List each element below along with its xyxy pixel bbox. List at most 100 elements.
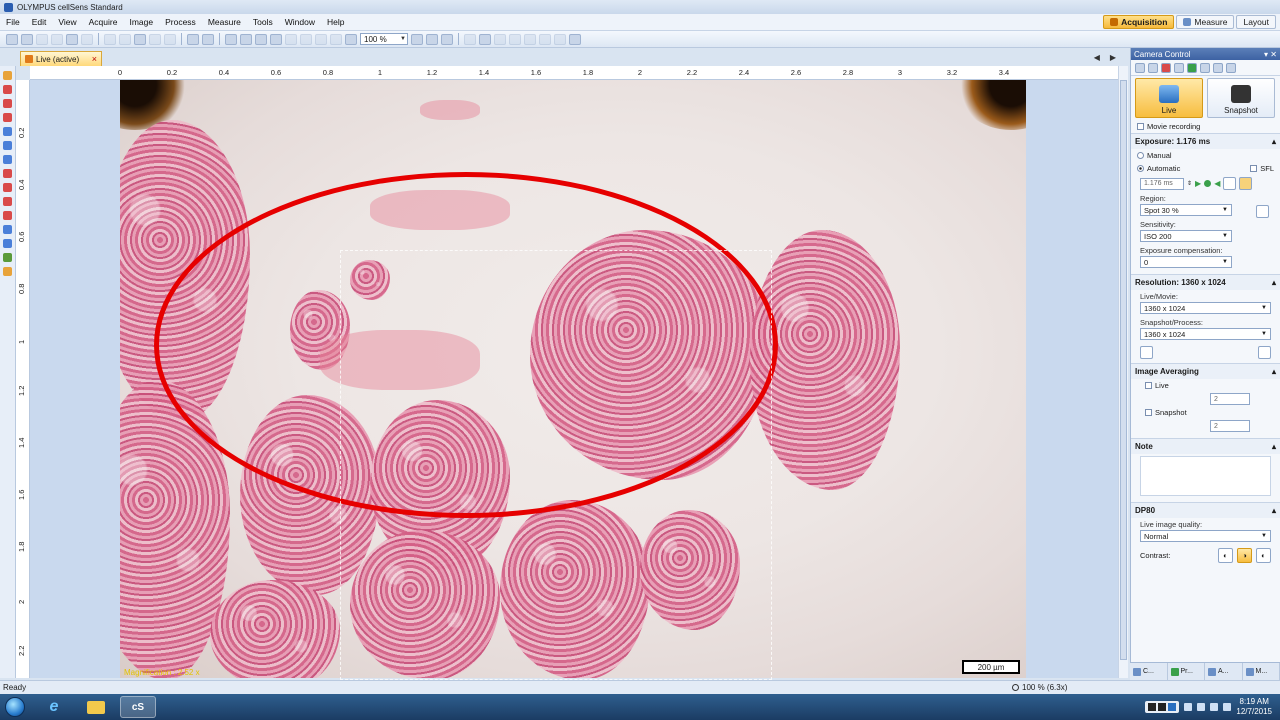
rewind-icon[interactable]: ◀ [1214,179,1220,188]
zoom-fit-icon[interactable] [426,33,438,45]
speaker-icon[interactable] [1210,703,1219,711]
contrast-medium-icon[interactable]: ◑ [1237,548,1252,563]
freehand-tool-icon[interactable] [3,225,12,234]
tab-process[interactable]: Pr... [1168,663,1205,680]
region-select[interactable]: Spot 30 % ▼ [1140,204,1232,216]
note-textarea[interactable] [1140,456,1271,496]
distribute-icon[interactable] [539,33,551,45]
taskbar-cellsens[interactable]: cS [120,696,156,718]
rectangle-tool-icon[interactable] [3,169,12,178]
chevron-left-icon[interactable]: ◀ [1094,53,1100,62]
exposure-section-header[interactable]: Exposure: 1.176 ms ▴ [1131,133,1280,149]
print-icon[interactable] [66,33,78,45]
layout-icon[interactable] [464,33,476,45]
check-icon[interactable] [315,33,327,45]
dp80-section-header[interactable]: DP80 ▴ [1131,502,1280,518]
cut-icon[interactable] [104,33,116,45]
exposure-comp-select[interactable]: 0 ▼ [1140,256,1232,268]
tab-camera-control[interactable]: C... [1130,663,1168,680]
transform-icon[interactable] [300,33,312,45]
line-tool-icon[interactable] [3,85,12,94]
mode-layout-button[interactable]: Layout [1236,15,1276,29]
avg-live-checkbox[interactable] [1145,382,1152,389]
collapse-icon[interactable]: ▴ [1272,278,1276,287]
record-icon[interactable] [1161,62,1171,73]
count-tool-icon[interactable] [3,253,12,262]
taskbar-file-explorer[interactable] [78,696,114,718]
select-arrow-icon[interactable] [270,33,282,45]
open-folder-icon[interactable] [21,33,33,45]
network-icon[interactable] [1197,703,1206,711]
avg-snapshot-checkbox[interactable] [1145,409,1152,416]
zoom-tool-icon[interactable] [240,33,252,45]
pause-icon[interactable] [1148,703,1157,711]
mode-acquisition-button[interactable]: Acquisition [1103,15,1175,29]
automatic-row[interactable]: Automatic SFL [1131,162,1280,175]
auto-exposure-icon[interactable] [1223,177,1237,190]
selection-rectangle[interactable] [340,250,772,680]
lock-icon[interactable] [1239,177,1253,190]
region-frame-icon[interactable] [1256,204,1269,218]
fit-to-window-icon[interactable] [441,33,453,45]
exposure-time-input[interactable]: 1.176 ms [1140,177,1184,190]
menu-edit[interactable]: Edit [26,17,53,27]
zoom-in-icon[interactable] [411,33,423,45]
spin-arrows-icon[interactable]: ⇕ [1187,180,1192,187]
collapse-icon[interactable]: ▴ [1272,506,1276,515]
align-center-icon[interactable] [509,33,521,45]
eyedropper-icon[interactable] [1135,62,1145,73]
menu-measure[interactable]: Measure [202,17,247,27]
polyline-tool-icon[interactable] [3,99,12,108]
menu-image[interactable]: Image [123,17,159,27]
collapse-icon[interactable]: ▴ [1272,442,1276,451]
copy-icon[interactable] [119,33,131,45]
resolution-section-header[interactable]: Resolution: 1360 x 1024 ▴ [1131,274,1280,290]
move-icon[interactable] [285,33,297,45]
grid-icon[interactable] [1174,62,1184,73]
movie-recording-checkbox[interactable] [1137,123,1144,130]
undo-icon[interactable] [149,33,161,45]
print-preview-icon[interactable] [81,33,93,45]
sfl-checkbox[interactable] [1250,165,1258,172]
show-hidden-icons-icon[interactable] [1184,703,1193,711]
contrast-high-icon[interactable]: ◐ [1256,548,1271,563]
avg-snapshot-row[interactable]: Snapshot [1131,406,1280,419]
note-section-header[interactable]: Note ▴ [1131,438,1280,454]
text-tool-icon[interactable] [3,239,12,248]
save-all-icon[interactable] [51,33,63,45]
scrollbar-thumb[interactable] [1120,80,1127,660]
polygon-tool-icon[interactable] [3,183,12,192]
menu-view[interactable]: View [52,17,82,27]
save-icon[interactable] [36,33,48,45]
new-document-icon[interactable] [6,33,18,45]
pan-hand-icon[interactable] [225,33,237,45]
ellipse-tool-icon[interactable] [3,197,12,206]
tab-microscope[interactable]: M... [1243,663,1280,680]
stop-icon[interactable] [1158,703,1167,711]
histogram-icon[interactable] [1187,62,1197,73]
arrange-icon[interactable] [554,33,566,45]
avg-live-frames-input[interactable]: 2 [1210,393,1250,405]
export-icon[interactable] [569,33,581,45]
menu-tools[interactable]: Tools [247,17,279,27]
snapshot-process-select[interactable]: 1360 x 1024 ▼ [1140,328,1271,340]
averaging-section-header[interactable]: Image Averaging ▴ [1131,363,1280,379]
zoom-select[interactable]: 100 % ▼ [360,33,408,45]
taskbar-clock[interactable]: 8:19 AM 12/7/2015 [1236,697,1272,717]
menu-acquire[interactable]: Acquire [83,17,124,27]
curve-tool-icon[interactable] [3,155,12,164]
scale-bar[interactable]: 200 µm [962,660,1020,674]
menu-window[interactable]: Window [279,17,321,27]
zoom-out-icon[interactable] [345,33,357,45]
sensitivity-select[interactable]: ISO 200 ▼ [1140,230,1232,242]
crop-icon[interactable] [1140,346,1153,359]
align-left-icon[interactable] [494,33,506,45]
white-balance-icon[interactable] [1148,62,1158,73]
image-properties-icon[interactable] [187,33,199,45]
live-movie-select[interactable]: 1360 x 1024 ▼ [1140,302,1271,314]
refresh-icon[interactable] [1226,62,1236,73]
menu-help[interactable]: Help [321,17,350,27]
frame-icon[interactable] [479,33,491,45]
collapse-icon[interactable]: ▴ [1272,367,1276,376]
record-tray-icon[interactable] [1168,703,1177,711]
